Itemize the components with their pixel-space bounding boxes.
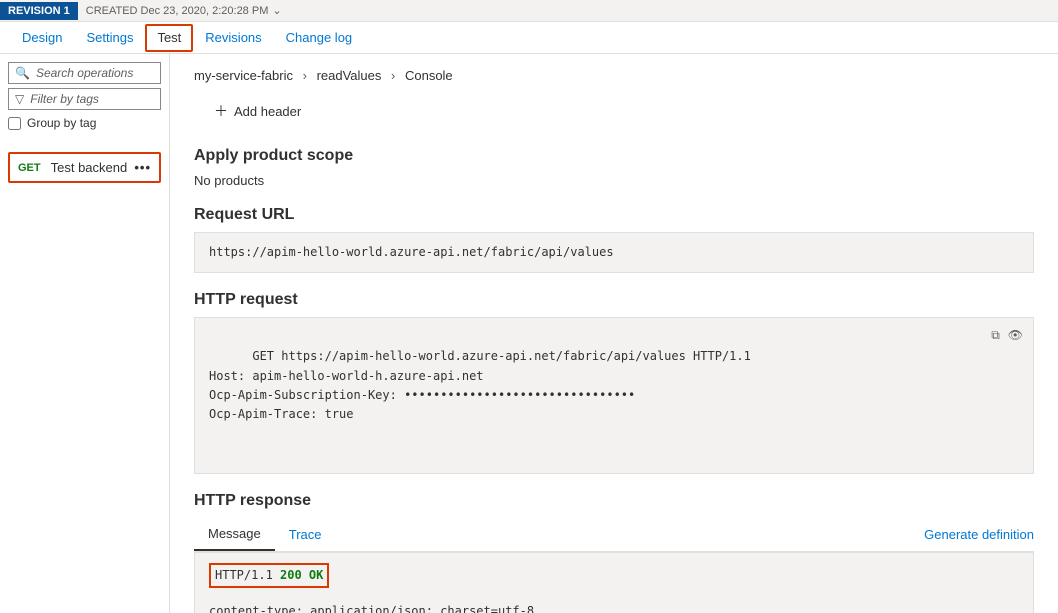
breadcrumb-1[interactable]: my-service-fabric [194,68,293,83]
tab-revisions[interactable]: Revisions [193,22,273,54]
operation-name: Test backend [51,160,135,175]
revision-badge: REVISION 1 [0,2,78,20]
tab-changelog[interactable]: Change log [274,22,365,54]
breadcrumb-3: Console [405,68,453,83]
no-products-text: No products [194,173,1034,188]
group-by-tag-checkbox[interactable]: Group by tag [8,114,161,132]
eye-icon[interactable]: 👁 [1008,326,1023,345]
response-headers: content-type: application/json; charset=… [209,602,1019,613]
tab-bar: Design Settings Test Revisions Change lo… [0,22,1058,54]
chevron-down-icon: ⌄ [272,5,281,17]
http-response-box: HTTP/1.1 200 OK content-type: applicatio… [194,552,1034,613]
section-req-title: HTTP request [194,291,1034,309]
section-scope-title: Apply product scope [194,147,1034,165]
response-tabs: Message Trace Generate definition [194,518,1034,552]
search-input[interactable]: 🔍 Search operations [8,62,161,84]
breadcrumb-2[interactable]: readValues [317,68,382,83]
operation-item[interactable]: GET Test backend ••• [8,152,161,183]
search-icon: 🔍 [15,66,30,80]
response-status: HTTP/1.1 200 OK [209,563,329,588]
operation-method: GET [18,162,41,174]
add-header-button[interactable]: ＋ Add header [194,95,1034,139]
tab-trace[interactable]: Trace [275,519,336,550]
section-resp-title: HTTP response [194,492,1034,510]
request-url-box: https://apim-hello-world.azure-api.net/f… [194,232,1034,273]
http-request-box: GET https://apim-hello-world.azure-api.n… [194,317,1034,473]
tab-message[interactable]: Message [194,518,275,551]
content-area: my-service-fabric › readValues › Console… [170,54,1058,613]
tab-design[interactable]: Design [10,22,74,54]
section-url-title: Request URL [194,206,1034,224]
sidebar: 🔍 Search operations ▽ Filter by tags Gro… [0,54,170,613]
revision-bar: REVISION 1 CREATED Dec 23, 2020, 2:20:28… [0,0,1058,22]
revision-created[interactable]: CREATED Dec 23, 2020, 2:20:28 PM⌄ [78,4,290,17]
copy-icon[interactable]: ⧉ [991,326,1000,345]
generate-definition-link[interactable]: Generate definition [924,519,1034,550]
breadcrumb: my-service-fabric › readValues › Console [194,64,1034,95]
filter-icon: ▽ [15,92,24,106]
tab-settings[interactable]: Settings [74,22,145,54]
more-icon[interactable]: ••• [134,160,151,175]
tab-test[interactable]: Test [145,24,193,52]
plus-icon: ＋ [214,101,228,121]
group-checkbox-input[interactable] [8,117,21,130]
filter-input[interactable]: ▽ Filter by tags [8,88,161,110]
